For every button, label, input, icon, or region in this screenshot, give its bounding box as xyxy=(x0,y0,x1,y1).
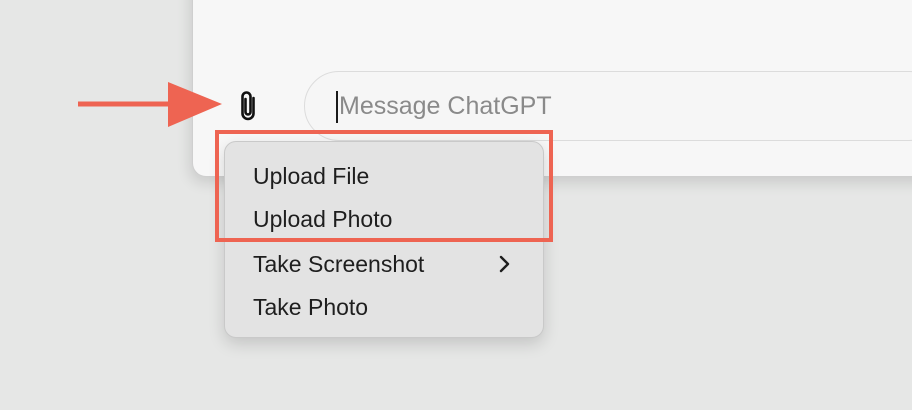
attach-menu: Upload File Upload Photo Take Screenshot… xyxy=(224,141,544,338)
attach-button[interactable] xyxy=(230,84,266,128)
chevron-right-icon xyxy=(499,255,510,273)
pointer-arrow-icon xyxy=(78,82,222,127)
menu-item-take-screenshot[interactable]: Take Screenshot xyxy=(225,244,543,284)
menu-item-take-photo[interactable]: Take Photo xyxy=(225,287,543,327)
text-caret xyxy=(336,91,338,123)
menu-item-label: Upload File xyxy=(253,162,370,189)
menu-item-label: Take Screenshot xyxy=(253,250,425,277)
menu-item-label: Take Photo xyxy=(253,293,369,320)
menu-item-upload-photo[interactable]: Upload Photo xyxy=(225,199,543,239)
message-input[interactable] xyxy=(304,71,912,141)
menu-item-upload-file[interactable]: Upload File xyxy=(225,156,543,196)
paperclip-icon xyxy=(241,91,255,121)
menu-item-label: Upload Photo xyxy=(253,205,393,232)
